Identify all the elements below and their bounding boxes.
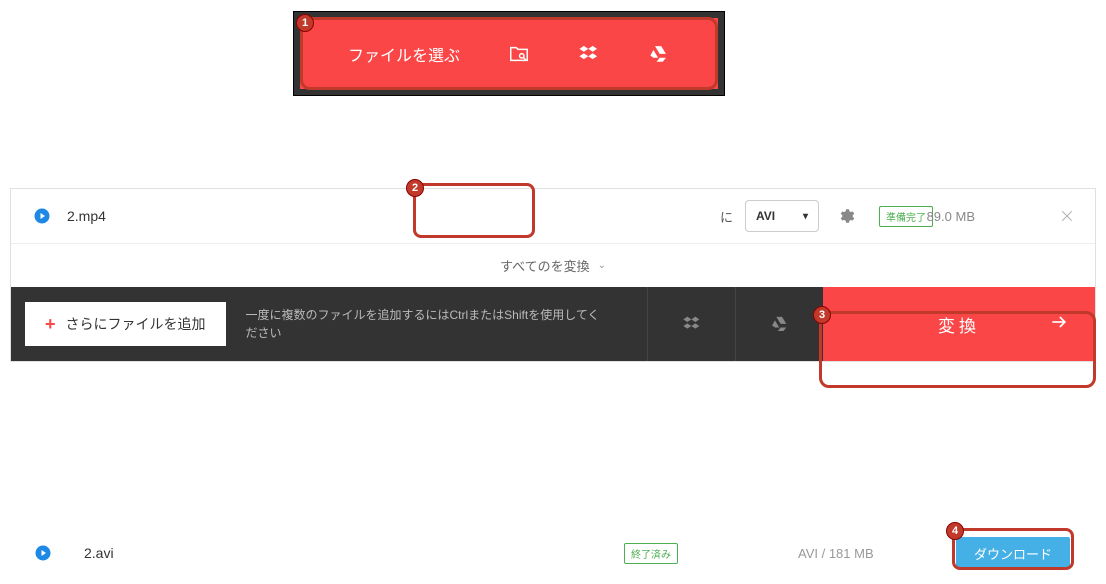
convert-all-label: すべてのを変換 [500,256,590,275]
source-filename: 2.mp4 [67,208,106,224]
step-badge-2: 2 [406,179,424,197]
play-icon[interactable] [34,544,52,562]
format-value: AVI [756,209,775,223]
chevron-down-icon: ▾ [803,211,808,222]
google-drive-icon[interactable] [735,287,823,361]
add-more-button[interactable]: + さらにファイルを追加 [25,302,226,346]
highlight-step2 [413,183,535,238]
close-icon[interactable] [1059,208,1075,224]
format-select[interactable]: AVI ▾ [745,200,819,232]
source-filesize: 89.0 MB [927,209,975,224]
highlight-step3 [819,311,1096,388]
dropbox-icon[interactable] [647,287,735,361]
add-more-label: さらにファイルを追加 [66,314,206,334]
step-badge-3: 3 [813,306,831,324]
plus-icon: + [45,314,56,335]
to-label: に [720,207,733,226]
highlight-step1 [300,17,718,90]
convert-all-row[interactable]: すべてのを変換 ⌄ [11,243,1095,287]
multi-select-tip: 一度に複数のファイルを追加するにはCtrlまたはShiftを使用してください [246,306,606,342]
play-icon[interactable] [33,207,51,225]
chevron-down-icon: ⌄ [598,260,606,271]
result-row: 2.avi 終了済み AVI / 181 MB ダウンロード [10,527,1096,579]
status-ready: 準備完了 [879,206,933,227]
step-badge-4: 4 [946,522,964,540]
result-info: AVI / 181 MB [798,546,874,561]
highlight-step4 [952,528,1074,570]
gear-icon[interactable] [837,207,855,225]
result-filename: 2.avi [84,545,114,561]
file-row: 2.mp4 に AVI ▾ 準備完了 89.0 MB [11,189,1095,243]
status-done: 終了済み [624,543,678,564]
step-badge-1: 1 [296,14,314,32]
